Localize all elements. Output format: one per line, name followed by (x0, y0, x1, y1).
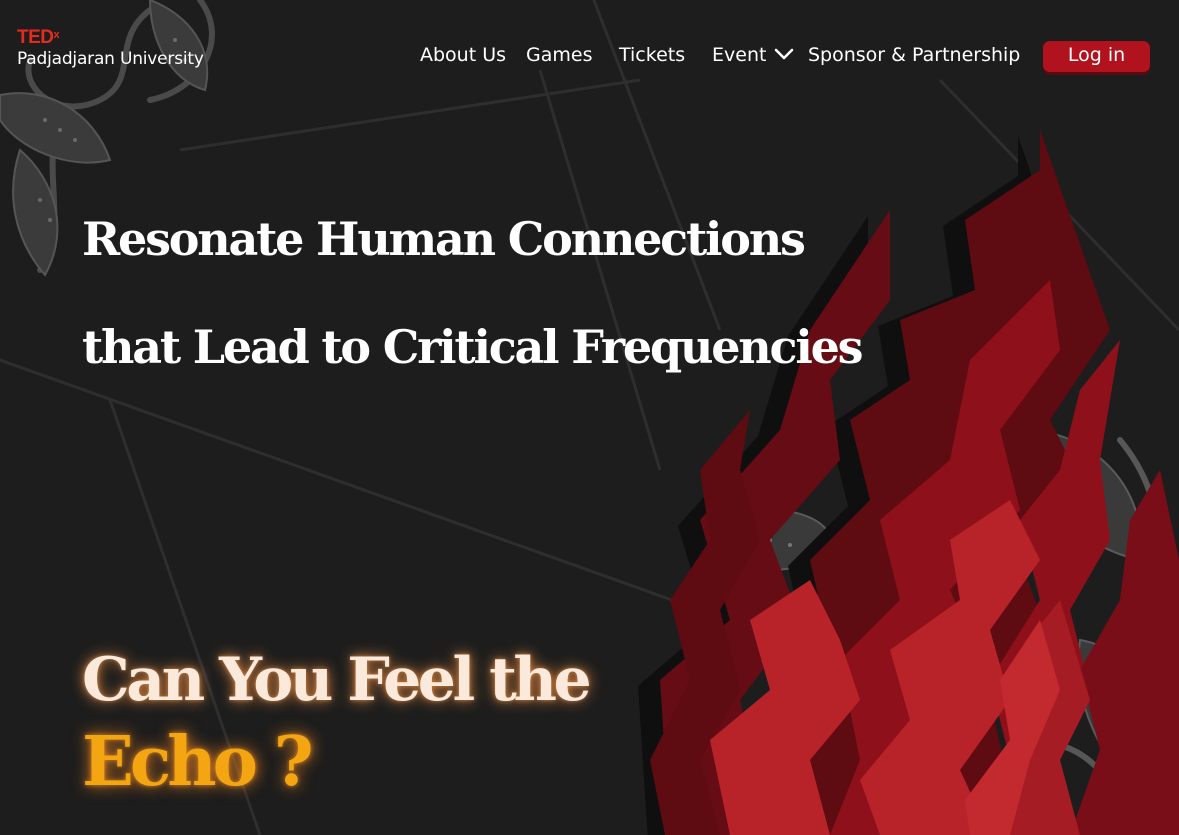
hero-question: Can You Feel the (82, 645, 592, 715)
nav-tickets[interactable]: Tickets (619, 44, 685, 66)
hero-echo: Echo ? (82, 722, 314, 802)
nav-sponsor-partnership[interactable]: Sponsor & Partnership (808, 44, 1020, 66)
hero-headline-line-2: that Lead to Critical Frequencies (82, 320, 864, 374)
tedx-logo[interactable]: TEDx Padjadjaran University (17, 28, 204, 69)
login-button[interactable]: Log in (1043, 41, 1150, 72)
nav-event-label: Event (712, 44, 767, 66)
university-name: Padjadjaran University (17, 49, 204, 69)
nav-games[interactable]: Games (526, 44, 592, 66)
tedx-wordmark: TEDx (17, 27, 60, 48)
nav-about-us[interactable]: About Us (420, 44, 506, 66)
top-navigation-bar: TEDx Padjadjaran University About Us Gam… (0, 0, 1179, 90)
hero-headline-line-1: Resonate Human Connections (82, 212, 806, 266)
chevron-down-icon (775, 48, 794, 60)
nav-event-dropdown[interactable]: Event (712, 44, 794, 66)
